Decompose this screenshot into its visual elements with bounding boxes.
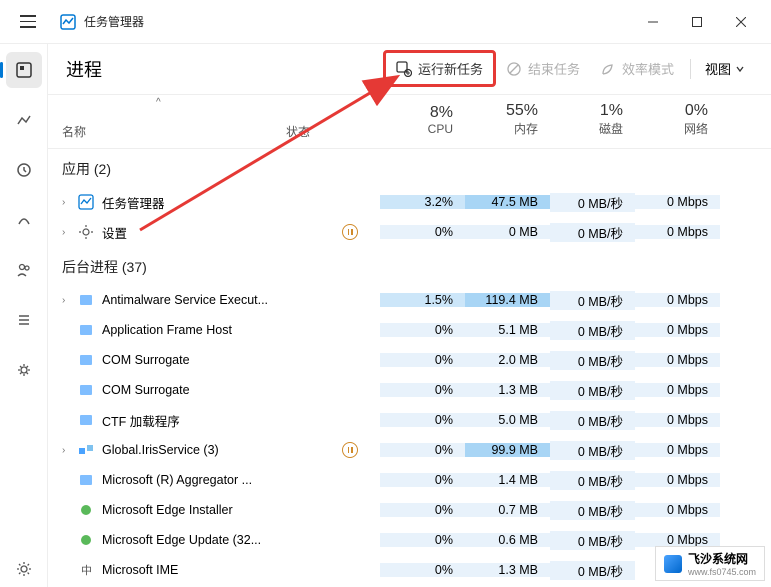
page-title: 进程 bbox=[66, 56, 383, 82]
background-group-header: 后台进程 (37) bbox=[48, 247, 771, 285]
expand-icon[interactable]: › bbox=[62, 445, 74, 456]
toolbar: 进程 运行新任务 结束任务 效率模式 视图 bbox=[48, 44, 771, 95]
toolbar-separator bbox=[690, 59, 691, 79]
watermark-logo bbox=[664, 555, 682, 573]
process-row[interactable]: ›设置 0% 0 MB 0 MB/秒 0 Mbps bbox=[48, 217, 771, 247]
process-row[interactable]: ›任务管理器 3.2% 47.5 MB 0 MB/秒 0 Mbps bbox=[48, 187, 771, 217]
nav-startup[interactable] bbox=[6, 202, 42, 238]
column-memory[interactable]: 55% 内存 bbox=[465, 95, 550, 149]
nav-app-history[interactable] bbox=[6, 152, 42, 188]
expand-icon[interactable]: › bbox=[62, 227, 74, 238]
process-row[interactable]: ›Global.IrisService (3) 0% 99.9 MB 0 MB/… bbox=[48, 435, 771, 465]
process-icon bbox=[78, 322, 94, 338]
gear-icon bbox=[78, 224, 94, 240]
process-icon bbox=[78, 382, 94, 398]
nav-settings[interactable] bbox=[6, 551, 42, 587]
app-title: 任务管理器 bbox=[84, 13, 631, 30]
nav-processes[interactable] bbox=[6, 52, 42, 88]
app-icon bbox=[60, 14, 76, 30]
suspended-icon bbox=[342, 224, 358, 240]
titlebar: 任务管理器 bbox=[0, 0, 771, 44]
process-icon bbox=[78, 472, 94, 488]
expand-icon[interactable]: › bbox=[62, 295, 74, 306]
process-icon bbox=[78, 502, 94, 518]
end-task-button[interactable]: 结束任务 bbox=[496, 53, 590, 84]
apps-group-header: 应用 (2) bbox=[48, 149, 771, 187]
column-cpu[interactable]: 8% CPU bbox=[380, 95, 465, 149]
process-row[interactable]: ›Antimalware Service Execut... 1.5% 119.… bbox=[48, 285, 771, 315]
suspended-icon bbox=[342, 442, 358, 458]
process-icon bbox=[78, 352, 94, 368]
leaf-icon bbox=[600, 61, 616, 77]
view-dropdown[interactable]: 视图 bbox=[697, 53, 753, 84]
column-name[interactable]: ^ 名称 bbox=[48, 95, 286, 149]
run-new-task-button[interactable]: 运行新任务 bbox=[383, 50, 496, 87]
nav-performance[interactable] bbox=[6, 102, 42, 138]
column-network[interactable]: 0% 网络 bbox=[635, 95, 720, 149]
process-row[interactable]: ›Microsoft Edge Installer 0% 0.7 MB 0 MB… bbox=[48, 495, 771, 525]
expand-icon[interactable]: › bbox=[62, 197, 74, 208]
efficiency-mode-button[interactable]: 效率模式 bbox=[590, 53, 684, 84]
nav-users[interactable] bbox=[6, 252, 42, 288]
column-headers: ^ 名称 状态 8% CPU 55% 内存 1% 磁盘 0% 网络 bbox=[48, 95, 771, 150]
nav-services[interactable] bbox=[6, 352, 42, 388]
chevron-down-icon bbox=[735, 64, 745, 74]
process-row[interactable]: ›Application Frame Host 0% 5.1 MB 0 MB/秒… bbox=[48, 315, 771, 345]
process-icon: 中 bbox=[78, 562, 94, 578]
close-button[interactable] bbox=[719, 2, 763, 42]
watermark: 飞沙系统网 www.fs0745.com bbox=[655, 546, 765, 581]
nav-details[interactable] bbox=[6, 302, 42, 338]
minimize-button[interactable] bbox=[631, 2, 675, 42]
process-row[interactable]: ›COM Surrogate 0% 2.0 MB 0 MB/秒 0 Mbps bbox=[48, 345, 771, 375]
end-task-icon bbox=[506, 61, 522, 77]
process-list: 应用 (2) ›任务管理器 3.2% 47.5 MB 0 MB/秒 0 Mbps… bbox=[48, 149, 771, 587]
process-row[interactable]: ›COM Surrogate 0% 1.3 MB 0 MB/秒 0 Mbps bbox=[48, 375, 771, 405]
sort-caret-icon: ^ bbox=[156, 97, 161, 108]
maximize-button[interactable] bbox=[675, 2, 719, 42]
process-row[interactable]: ›Microsoft (R) Aggregator ... 0% 1.4 MB … bbox=[48, 465, 771, 495]
svg-text:中: 中 bbox=[81, 564, 92, 577]
menu-hamburger-button[interactable] bbox=[8, 2, 48, 42]
column-disk[interactable]: 1% 磁盘 bbox=[550, 95, 635, 149]
run-task-icon bbox=[396, 61, 412, 77]
process-icon bbox=[78, 442, 94, 458]
process-row[interactable]: ›CTF 加载程序 0% 5.0 MB 0 MB/秒 0 Mbps bbox=[48, 405, 771, 435]
process-icon bbox=[78, 292, 94, 308]
process-icon bbox=[78, 532, 94, 548]
process-icon bbox=[78, 412, 94, 428]
process-icon bbox=[78, 194, 94, 210]
column-status[interactable]: 状态 bbox=[286, 95, 380, 149]
sidebar bbox=[0, 44, 48, 587]
